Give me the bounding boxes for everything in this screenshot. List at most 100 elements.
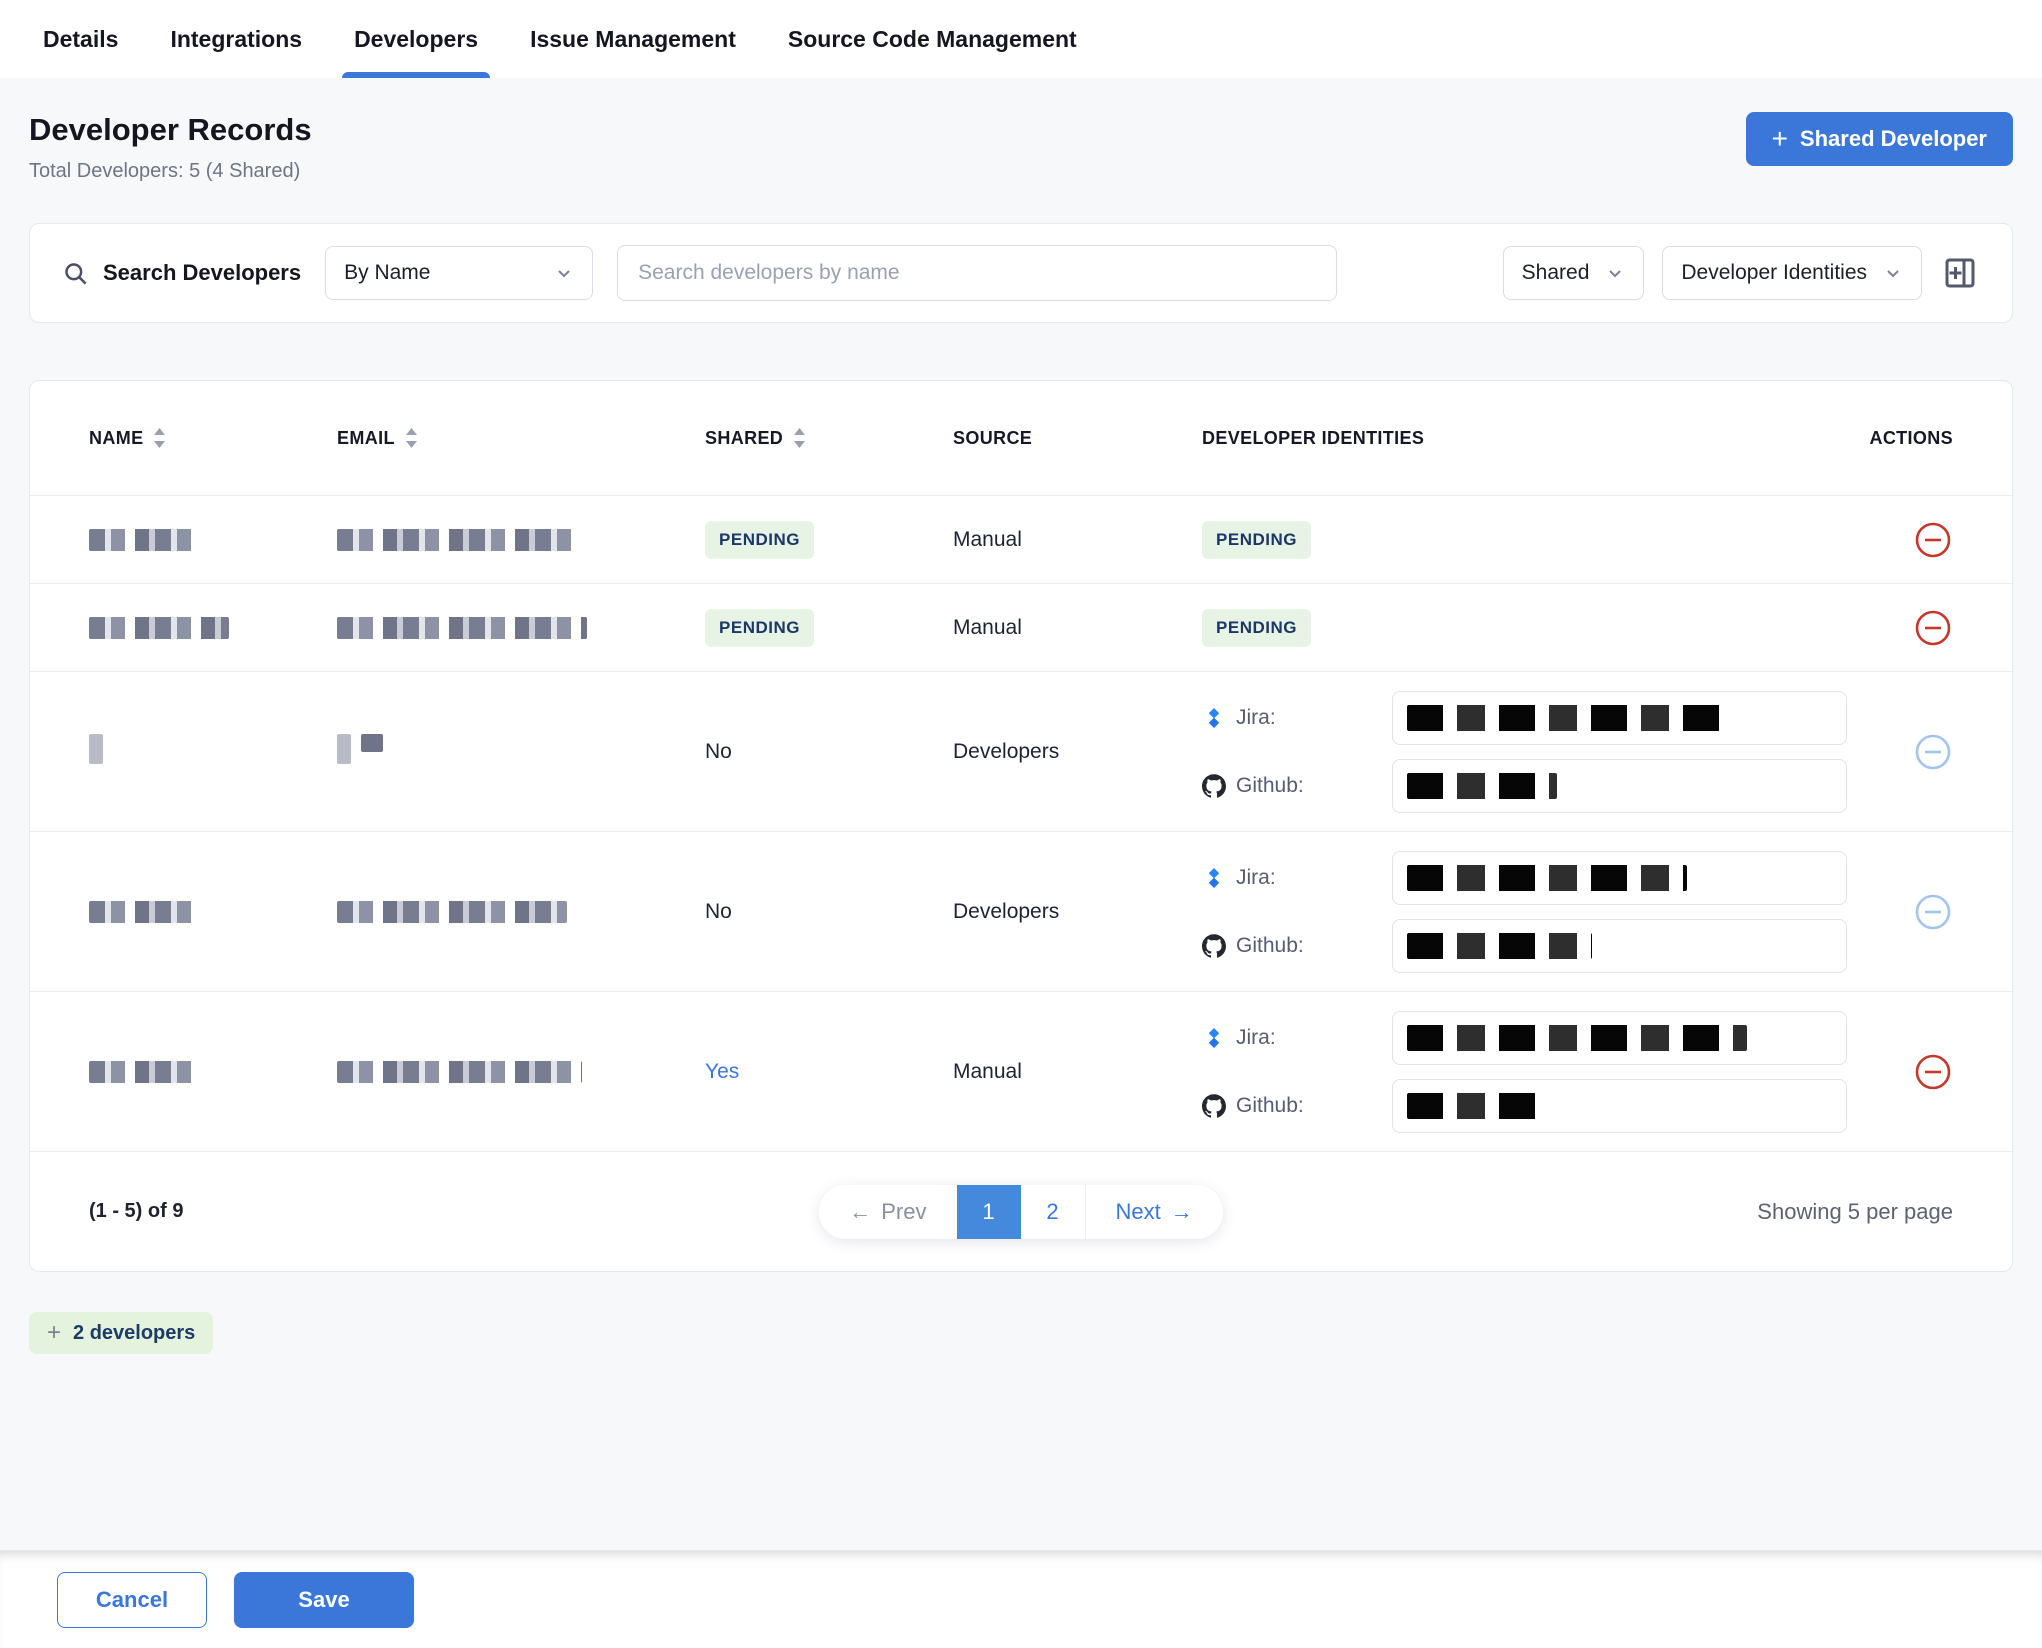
total-developers-text: Total Developers: 5 (4 Shared) — [29, 160, 312, 183]
source-value: Developers — [953, 900, 1202, 924]
developers-panel: Developer Records Total Developers: 5 (4… — [0, 78, 2042, 1550]
jira-icon — [1202, 706, 1226, 730]
jira-identity-field[interactable] — [1392, 1011, 1847, 1065]
chevron-down-icon — [1883, 263, 1903, 283]
tab-source-code-management[interactable]: Source Code Management — [788, 0, 1077, 78]
github-identity-field[interactable] — [1392, 1079, 1847, 1133]
search-developers-label: Search Developers — [62, 260, 301, 287]
save-button[interactable]: Save — [234, 1572, 414, 1628]
jira-identity-field[interactable] — [1392, 851, 1847, 905]
table-row: Yes Manual Jira: — [30, 991, 2012, 1151]
minus-circle-icon — [1913, 1052, 1953, 1092]
page-2-button[interactable]: 2 — [1021, 1185, 1085, 1239]
search-icon — [62, 260, 89, 287]
shared-filter-value: Shared — [1522, 261, 1590, 285]
table-row: No Developers Jira: — [30, 671, 2012, 831]
remove-developer-button[interactable] — [1913, 520, 1953, 560]
cancel-button[interactable]: Cancel — [57, 1572, 207, 1628]
prev-page-button[interactable]: ← Prev — [819, 1185, 956, 1239]
developer-name-redacted — [89, 734, 337, 770]
chevron-down-icon — [1605, 263, 1625, 283]
table-row: PENDING Manual PENDING — [30, 495, 2012, 583]
github-identity-field[interactable] — [1392, 919, 1847, 973]
developer-email-redacted — [337, 901, 705, 923]
github-label: Github: — [1236, 1094, 1304, 1118]
column-header-developer-identities: DEVELOPER IDENTITIES — [1202, 428, 1853, 449]
github-label: Github: — [1236, 774, 1304, 798]
source-value: Manual — [953, 1060, 1202, 1084]
shared-status-badge: PENDING — [705, 609, 953, 647]
jira-label: Jira: — [1236, 706, 1276, 730]
developer-identities-cell: Jira: Github: — [1202, 851, 1853, 973]
source-value: Developers — [953, 740, 1202, 764]
minus-circle-icon — [1913, 892, 1953, 932]
shared-developer-button[interactable]: + Shared Developer — [1746, 112, 2013, 166]
more-developers-chip[interactable]: + 2 developers — [29, 1312, 213, 1354]
column-header-email[interactable]: EMAIL — [337, 427, 705, 449]
github-label: Github: — [1236, 934, 1304, 958]
search-by-select[interactable]: By Name — [325, 246, 593, 300]
remove-developer-button[interactable] — [1913, 608, 1953, 648]
minus-circle-icon — [1913, 520, 1953, 560]
page-1-button[interactable]: 1 — [957, 1185, 1021, 1239]
shared-status-text: No — [705, 900, 953, 924]
identities-status-badge: PENDING — [1202, 609, 1853, 647]
filter-group: Shared Developer Identities — [1503, 246, 1980, 300]
search-input[interactable] — [617, 245, 1337, 301]
jira-identity-field[interactable] — [1392, 691, 1847, 745]
sort-icon[interactable] — [793, 427, 806, 449]
pager: ← Prev 1 2 Next → — [819, 1185, 1223, 1239]
minus-circle-icon — [1913, 608, 1953, 648]
tab-integrations[interactable]: Integrations — [170, 0, 302, 78]
developer-name-redacted — [89, 1061, 337, 1083]
developer-email-redacted — [337, 617, 705, 639]
search-filter-card: Search Developers By Name Shared Develop… — [29, 223, 2013, 323]
jira-label: Jira: — [1236, 866, 1276, 890]
column-header-source: SOURCE — [953, 428, 1202, 449]
column-header-name[interactable]: NAME — [89, 427, 337, 449]
add-column-icon — [1940, 253, 1980, 293]
column-header-shared[interactable]: SHARED — [705, 427, 953, 449]
remove-developer-button-disabled[interactable] — [1913, 892, 1953, 932]
shared-status-badge: PENDING — [705, 521, 953, 559]
github-icon — [1202, 934, 1226, 958]
source-value: Manual — [953, 528, 1202, 552]
source-value: Manual — [953, 616, 1202, 640]
search-by-value: By Name — [344, 261, 430, 285]
table-row: PENDING Manual PENDING — [30, 583, 2012, 671]
pagination-range-text: (1 - 5) of 9 — [89, 1200, 819, 1223]
arrow-left-icon: ← — [849, 1199, 871, 1225]
arrow-right-icon: → — [1171, 1199, 1193, 1225]
developer-identities-cell: Jira: Github: — [1202, 691, 1853, 813]
table-header-row: NAME EMAIL SHARED SOURCE DEVELOPER IDENT… — [30, 381, 2012, 495]
shared-status-text: No — [705, 740, 953, 764]
plus-icon: + — [47, 1321, 61, 1345]
footer-action-bar: Cancel Save — [0, 1550, 2042, 1648]
tab-developers[interactable]: Developers — [354, 0, 478, 78]
chevron-down-icon — [554, 263, 574, 283]
add-column-button[interactable] — [1940, 253, 1980, 293]
developer-identities-cell: Jira: Github: — [1202, 1011, 1853, 1133]
sort-icon[interactable] — [405, 427, 418, 449]
github-identity-field[interactable] — [1392, 759, 1847, 813]
github-icon — [1202, 774, 1226, 798]
remove-developer-button-disabled[interactable] — [1913, 732, 1953, 772]
sort-icon[interactable] — [153, 427, 166, 449]
minus-circle-icon — [1913, 732, 1953, 772]
developer-identities-filter-select[interactable]: Developer Identities — [1662, 246, 1922, 300]
shared-filter-select[interactable]: Shared — [1503, 246, 1645, 300]
tab-issue-management[interactable]: Issue Management — [530, 0, 736, 78]
column-header-actions: ACTIONS — [1853, 428, 1953, 449]
next-page-button[interactable]: Next → — [1085, 1185, 1223, 1239]
top-tab-bar: Details Integrations Developers Issue Ma… — [0, 0, 2042, 78]
jira-label: Jira: — [1236, 1026, 1276, 1050]
shared-status-text[interactable]: Yes — [705, 1060, 953, 1084]
shared-developer-button-label: Shared Developer — [1800, 126, 1987, 152]
developer-email-redacted — [337, 1061, 705, 1083]
plus-icon: + — [1772, 125, 1788, 153]
jira-icon — [1202, 866, 1226, 890]
tab-details[interactable]: Details — [43, 0, 118, 78]
developer-email-redacted — [337, 529, 705, 551]
remove-developer-button[interactable] — [1913, 1052, 1953, 1092]
per-page-text: Showing 5 per page — [1223, 1199, 1953, 1225]
